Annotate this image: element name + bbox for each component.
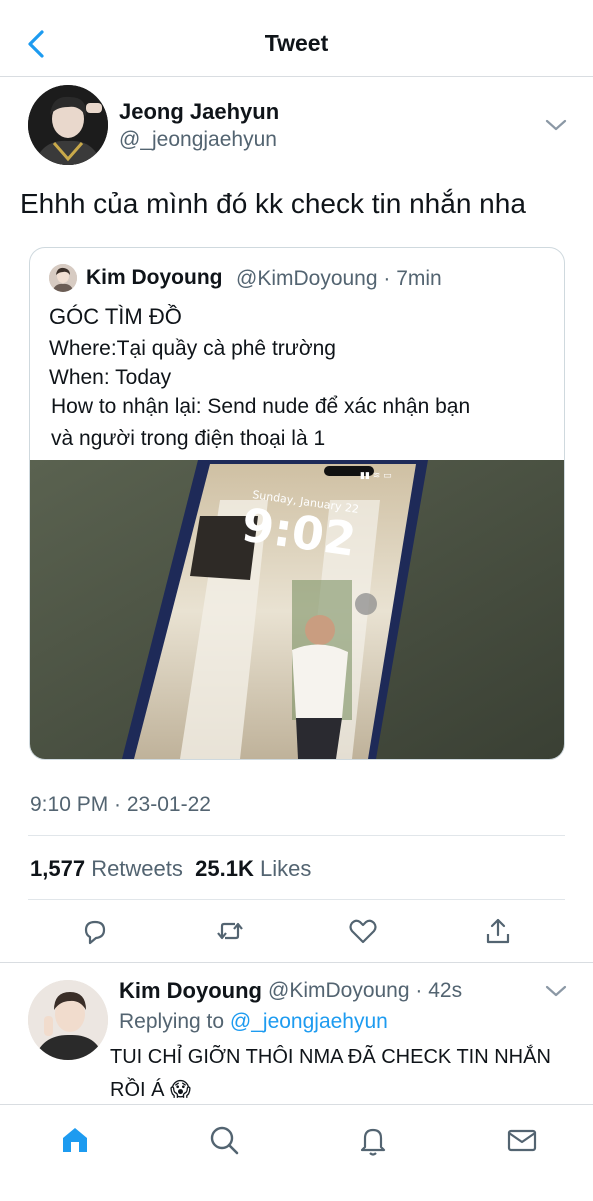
divider bbox=[28, 899, 565, 900]
retweets-label[interactable]: Retweets bbox=[91, 856, 183, 881]
chevron-down-icon[interactable] bbox=[545, 118, 567, 132]
quoted-image[interactable]: ▮▮ ≋ ▭ Sunday, January 22 9:02 bbox=[30, 460, 564, 759]
reply-author-name[interactable]: Kim Doyoung bbox=[119, 978, 262, 1004]
tweet-stats: 1,577 Retweets 25.1K Likes bbox=[30, 856, 311, 882]
notifications-icon bbox=[360, 1128, 386, 1156]
retweet-icon bbox=[217, 922, 243, 940]
share-button[interactable] bbox=[481, 914, 515, 948]
top-bar: Tweet bbox=[0, 0, 593, 77]
tab-search[interactable] bbox=[207, 1123, 241, 1157]
quoted-author-name: Kim Doyoung bbox=[86, 266, 223, 289]
like-icon bbox=[349, 919, 377, 944]
chevron-down-icon[interactable] bbox=[545, 984, 567, 998]
quoted-line: GÓC TÌM ĐỒ bbox=[49, 304, 182, 329]
svg-text:▮▮ ≋ ▭: ▮▮ ≋ ▭ bbox=[360, 471, 392, 481]
replying-to-label: Replying to bbox=[119, 1010, 225, 1033]
reply-time: · 42s bbox=[415, 979, 463, 1002]
share-icon bbox=[486, 918, 510, 944]
replying-to-handle[interactable]: @_jeongjaehyun bbox=[230, 1010, 388, 1033]
quoted-line: và người trong điện thoại là 1 bbox=[51, 427, 326, 450]
likes-count[interactable]: 25.1K bbox=[195, 856, 254, 881]
tweet-text: Ehhh của mình đó kk check tin nhắn nha bbox=[20, 188, 526, 219]
quoted-line: When: Today bbox=[49, 366, 172, 389]
quoted-author-meta: @KimDoyoung · 7min bbox=[236, 267, 442, 291]
reply-author-handle[interactable]: @KimDoyoung bbox=[268, 979, 410, 1002]
quoted-line: How to nhận lại: Send nude để xác nhận b… bbox=[51, 395, 471, 418]
home-icon bbox=[63, 1128, 87, 1152]
reply-icon bbox=[84, 920, 106, 945]
tab-messages[interactable] bbox=[505, 1123, 539, 1157]
quoted-time: · 7min bbox=[383, 267, 442, 290]
tab-home[interactable] bbox=[58, 1123, 92, 1157]
page-title: Tweet bbox=[264, 30, 329, 56]
messages-icon bbox=[507, 1129, 537, 1152]
tab-notifications[interactable] bbox=[356, 1123, 390, 1157]
quoted-tweet[interactable]: Kim Doyoung @KimDoyoung · 7min GÓC TÌM Đ… bbox=[29, 247, 565, 760]
quoted-avatar bbox=[49, 264, 77, 292]
retweets-count[interactable]: 1,577 bbox=[30, 856, 85, 881]
author-name[interactable]: Jeong Jaehyun bbox=[119, 99, 279, 125]
reply-avatar[interactable] bbox=[28, 980, 108, 1060]
reply-button[interactable] bbox=[78, 914, 112, 948]
quoted-author-handle: @KimDoyoung bbox=[236, 267, 378, 290]
likes-label[interactable]: Likes bbox=[260, 856, 311, 881]
replying-to: Replying to @_jeongjaehyun bbox=[119, 1010, 388, 1034]
author-handle[interactable]: @_jeongjaehyun bbox=[119, 128, 277, 152]
avatar[interactable] bbox=[28, 85, 108, 165]
tweet-timestamp: 9:10 PM · 23-01-22 bbox=[30, 793, 211, 816]
search-icon bbox=[210, 1126, 239, 1155]
quoted-line: Where:Tại quầy cà phê trường bbox=[49, 337, 336, 360]
reply-text: TUI CHỈ GIỠN THÔI NMA ĐÃ CHECK TIN NHẮN … bbox=[110, 1046, 551, 1101]
retweet-button[interactable] bbox=[213, 914, 247, 948]
divider bbox=[0, 962, 593, 963]
divider bbox=[28, 835, 565, 836]
reply-author-meta: @KimDoyoung · 42s bbox=[268, 979, 462, 1003]
like-button[interactable] bbox=[346, 914, 380, 948]
bottom-tab-bar bbox=[0, 1104, 593, 1201]
